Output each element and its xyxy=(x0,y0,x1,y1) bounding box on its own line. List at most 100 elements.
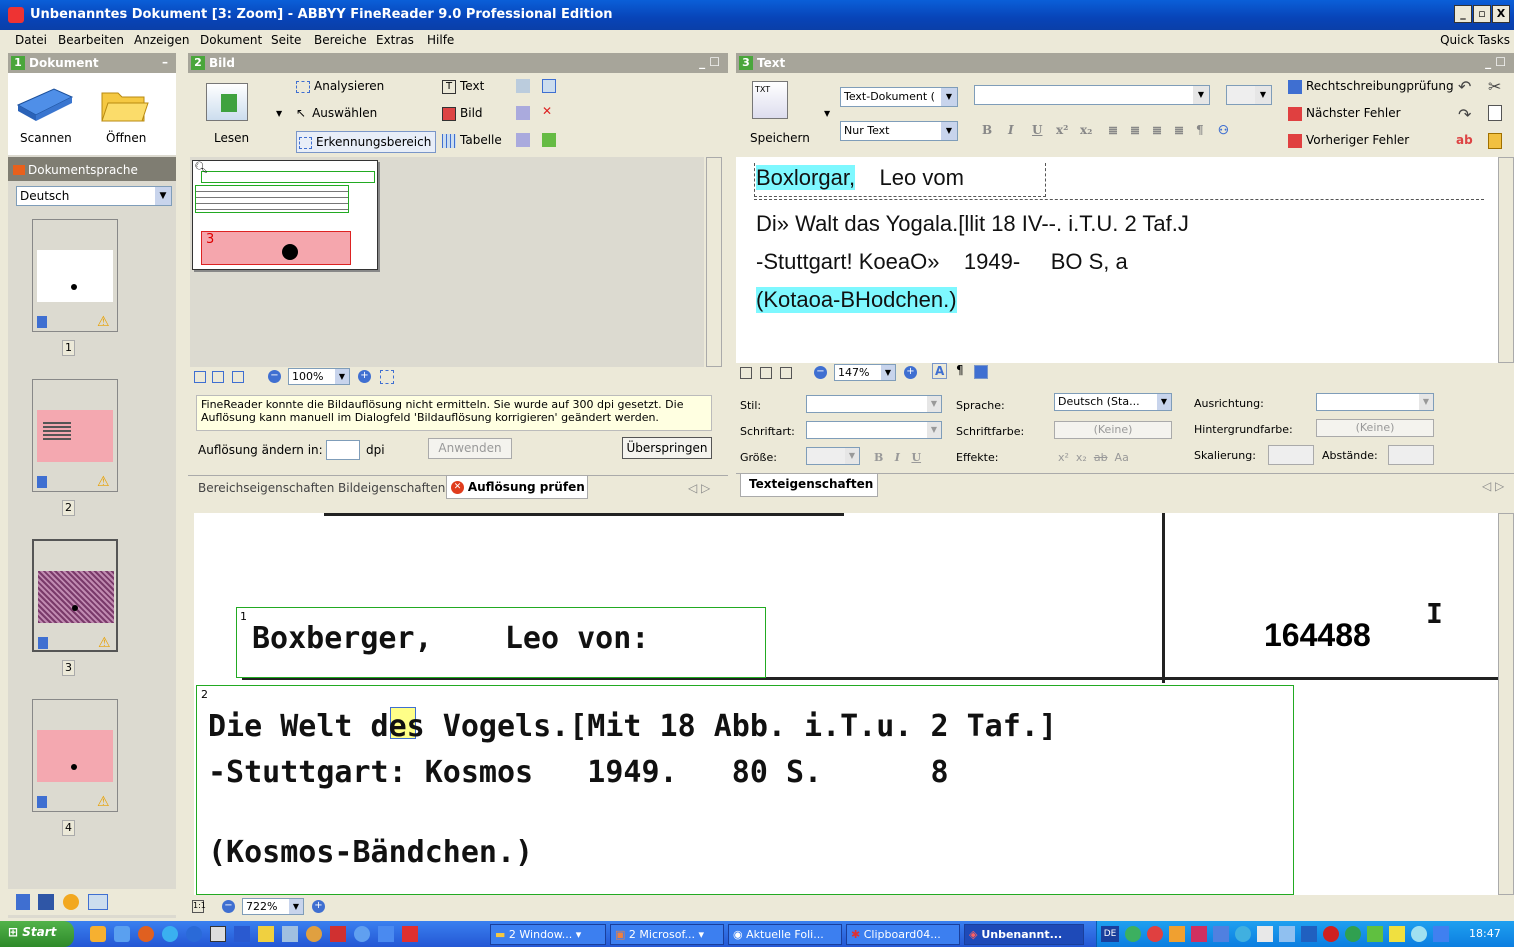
dropdown-arrow-icon[interactable]: ▼ xyxy=(824,109,830,118)
superscript-icon[interactable]: x² xyxy=(1056,123,1068,137)
select-tool-icon[interactable] xyxy=(380,370,394,384)
menu-bearbeiten[interactable]: Bearbeiten xyxy=(58,33,124,47)
save-icon[interactable] xyxy=(38,894,54,910)
align-left-icon[interactable]: ≣ xyxy=(1108,123,1118,137)
zoom-select[interactable]: 722% ▼ xyxy=(242,898,304,915)
menu-dokument[interactable]: Dokument xyxy=(200,33,262,47)
network-icon[interactable] xyxy=(1433,926,1449,942)
zoom-select[interactable]: 100% ▼ xyxy=(288,368,350,385)
text-language-select[interactable]: Deutsch (Sta... ▼ xyxy=(1054,393,1172,411)
zoom-select[interactable]: 147% ▼ xyxy=(834,364,896,381)
pages-icon[interactable] xyxy=(16,894,30,910)
region-2-box[interactable] xyxy=(195,185,349,213)
minimize-button[interactable]: _ xyxy=(1454,5,1472,23)
quicklaunch-icon[interactable] xyxy=(114,926,130,942)
view-mode-icon[interactable] xyxy=(88,894,108,910)
tab-image-properties[interactable]: Bildeigenschaften xyxy=(338,481,445,495)
mode-select[interactable]: Nur Text ▼ xyxy=(840,121,958,141)
users-icon[interactable]: ⚇ xyxy=(1218,123,1229,137)
menu-extras[interactable]: Extras xyxy=(376,33,414,47)
actual-size-icon[interactable]: 1:1 xyxy=(192,900,206,913)
copy-icon[interactable] xyxy=(1488,105,1502,121)
underline-icon[interactable]: U xyxy=(1032,123,1042,137)
tab-area-properties[interactable]: Bereichseigenschaften xyxy=(198,481,334,495)
quicklaunch-icon[interactable] xyxy=(258,926,274,942)
resolution-input[interactable] xyxy=(326,440,360,460)
tray-icon[interactable] xyxy=(1125,926,1141,942)
taskbar-item-microsoft[interactable]: ▣ 2 Microsof... ▾ xyxy=(610,924,724,945)
scan-button[interactable]: Scannen xyxy=(12,81,78,151)
region-3-box[interactable]: 3 xyxy=(201,231,351,265)
tray-icon[interactable] xyxy=(1301,926,1317,942)
subscript-icon[interactable]: x₂ xyxy=(1080,123,1092,137)
quicklaunch-icon[interactable] xyxy=(378,926,394,942)
fit-width-icon[interactable] xyxy=(760,367,772,379)
maximize-button[interactable]: ▫ xyxy=(1473,5,1491,23)
align-right-icon[interactable]: ≣ xyxy=(1152,123,1162,137)
zoom-out-icon[interactable]: − xyxy=(268,370,281,383)
area-tool-icon[interactable] xyxy=(516,79,530,93)
tray-icon[interactable] xyxy=(1411,926,1427,942)
image-viewport[interactable]: 3 🔍︎ xyxy=(190,157,722,367)
region-1-box[interactable] xyxy=(201,171,375,183)
page-thumbnail-2[interactable]: ⚠ xyxy=(32,379,118,492)
paste-icon[interactable] xyxy=(1488,133,1502,149)
page-thumbnail-3[interactable]: ⚠ xyxy=(32,539,118,652)
area-tool-icon[interactable] xyxy=(516,106,530,120)
tray-icon[interactable] xyxy=(1147,926,1163,942)
fit-height-icon[interactable] xyxy=(780,367,792,379)
paragraph-icon[interactable]: ¶ xyxy=(1196,123,1204,137)
language-indicator[interactable]: DE xyxy=(1101,926,1119,942)
font-name-select[interactable]: ▼ xyxy=(806,421,942,439)
options-icon[interactable] xyxy=(63,894,79,910)
apply-button[interactable]: Anwenden xyxy=(428,438,512,459)
tray-icon[interactable] xyxy=(1345,926,1361,942)
bold-icon[interactable]: B xyxy=(982,123,992,137)
quicklaunch-icon[interactable] xyxy=(354,926,370,942)
tray-icon[interactable] xyxy=(1191,926,1207,942)
tab-text-properties[interactable]: Texteigenschaften xyxy=(740,474,878,497)
dropdown-arrow-icon[interactable]: ▼ xyxy=(276,109,282,118)
quicklaunch-icon[interactable] xyxy=(90,926,106,942)
image-area-button[interactable]: Bild xyxy=(442,106,483,121)
spellcheck-button[interactable]: Rechtschreibungprüfung xyxy=(1288,79,1454,94)
taskbar-item-windows[interactable]: ▬ 2 Window... ▾ xyxy=(490,924,606,945)
tray-icon[interactable] xyxy=(1235,926,1251,942)
menu-hilfe[interactable]: Hilfe xyxy=(427,33,454,47)
zoom-in-icon[interactable]: + xyxy=(904,366,917,379)
page-thumbnail-4[interactable]: ⚠ xyxy=(32,699,118,812)
tab-check-resolution[interactable]: ✕ Auflösung prüfen xyxy=(446,476,588,499)
save-button[interactable]: TXT ▼ Speichern xyxy=(744,79,830,151)
style-select[interactable]: ▼ xyxy=(806,395,942,413)
italic-icon[interactable]: I xyxy=(1008,123,1014,137)
language-select[interactable]: Deutsch ▼ xyxy=(16,186,172,206)
taskbar-item-folders[interactable]: ◉ Aktuelle Foli... xyxy=(728,924,842,945)
tray-icon[interactable] xyxy=(1279,926,1295,942)
quicklaunch-icon[interactable] xyxy=(282,926,298,942)
skip-button[interactable]: Überspringen xyxy=(622,437,712,459)
taskbar-item-clipboard[interactable]: ✱ Clipboard04... xyxy=(846,924,960,945)
recognition-area-button[interactable]: Erkennungsbereich xyxy=(296,131,436,153)
zoom-in-icon[interactable]: + xyxy=(358,370,371,383)
clock[interactable]: 18:47 xyxy=(1469,927,1501,940)
start-button[interactable]: ⊞ Start xyxy=(0,921,74,947)
format-select[interactable]: Text-Dokument (▼ xyxy=(840,87,958,107)
quicklaunch-icon[interactable] xyxy=(162,926,178,942)
fit-width-icon[interactable] xyxy=(212,371,224,383)
font-select[interactable]: ▼ xyxy=(974,85,1210,105)
zoom-in-icon[interactable]: + xyxy=(312,900,325,913)
read-button[interactable]: ▼ Lesen xyxy=(198,79,282,151)
scale-input[interactable] xyxy=(1268,445,1314,465)
fit-page-icon[interactable] xyxy=(194,371,206,383)
quick-tasks-link[interactable]: Quick Tasks xyxy=(1440,33,1510,47)
area-tool-icon[interactable] xyxy=(516,133,530,147)
delete-area-icon[interactable]: ✕ xyxy=(542,104,552,118)
zoom-out-icon[interactable]: − xyxy=(814,366,827,379)
menu-seite[interactable]: Seite xyxy=(271,33,301,47)
highlight-icon[interactable] xyxy=(974,365,988,379)
size-select[interactable]: ▼ xyxy=(1226,85,1272,105)
page-thumbnail-1[interactable]: ⚠ xyxy=(32,219,118,332)
prev-error-button[interactable]: Vorheriger Fehler xyxy=(1288,133,1409,148)
tray-icon[interactable] xyxy=(1367,926,1383,942)
fit-height-icon[interactable] xyxy=(232,371,244,383)
